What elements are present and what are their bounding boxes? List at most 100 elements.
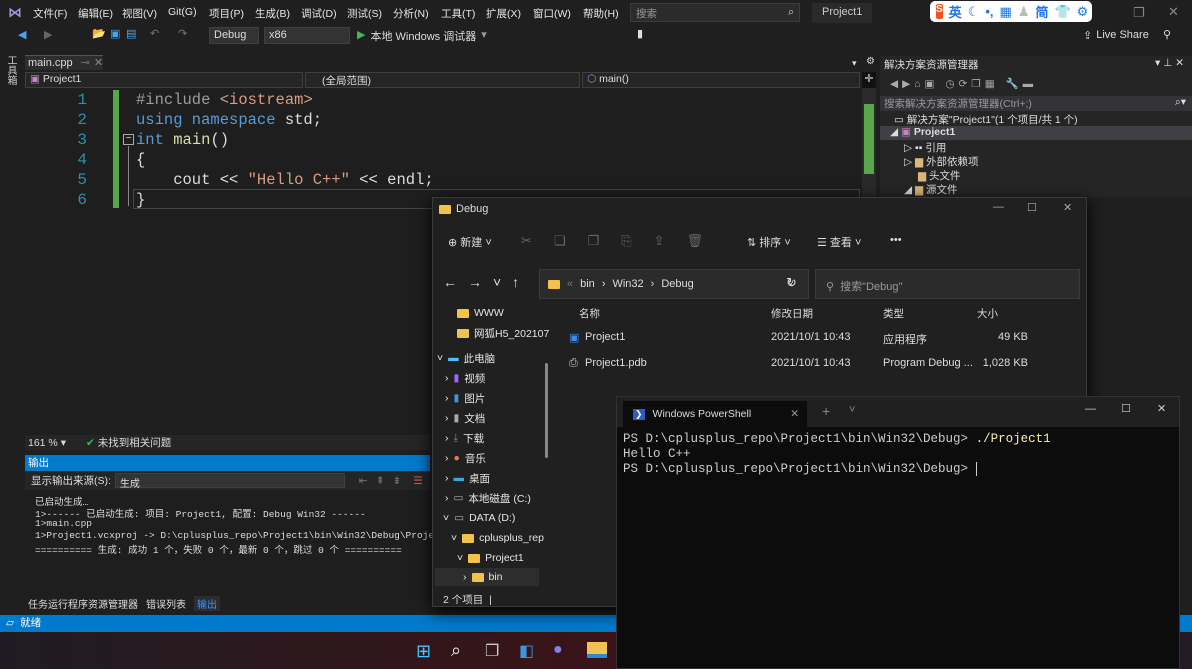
- menu-edit[interactable]: 编辑(E): [78, 6, 113, 21]
- tab-main-cpp[interactable]: main.cpp ⊸ ✕: [25, 55, 103, 70]
- breadcrumb-debug[interactable]: Debug: [661, 278, 693, 290]
- bookmark-icon[interactable]: ▮: [637, 27, 643, 40]
- close-icon[interactable]: ✕: [1157, 402, 1166, 415]
- menu-file[interactable]: 文件(F): [33, 6, 67, 21]
- maximize-icon[interactable]: ☐: [1121, 402, 1131, 415]
- start-icon[interactable]: ⊞: [416, 641, 431, 662]
- tree-item[interactable]: ▷ ▪▪ 引用: [880, 140, 1192, 154]
- ime-toolbar[interactable]: S 英 ☾ •, ▦ ♟ 简 👕 ⚙: [930, 1, 1092, 22]
- tree-item[interactable]: ◢ ▆ 源文件: [880, 182, 1192, 196]
- chevron-down-icon[interactable]: ˅: [849, 404, 855, 416]
- nav-item[interactable]: › ▮ 图片: [445, 389, 485, 407]
- menu-build[interactable]: 生成(B): [255, 6, 290, 21]
- skin-icon[interactable]: 👕: [1054, 4, 1070, 20]
- se-close-icon[interactable]: ▾ ⊥ ✕: [1155, 57, 1184, 69]
- menu-test[interactable]: 测试(S): [347, 6, 382, 21]
- se-toolbar[interactable]: ◀▶⌂▣ ◷⟳❐▦ 🔧▬: [880, 77, 1192, 95]
- col-type[interactable]: 类型: [883, 306, 904, 321]
- address-bar[interactable]: « bin › Win32 › Debug ˅: [539, 269, 809, 299]
- terminal-tab[interactable]: ❯ Windows PowerShell ✕: [623, 401, 807, 427]
- se-search-input[interactable]: 搜索解决方案资源管理器(Ctrl+;) ⌕▾: [880, 96, 1192, 111]
- vs-search-input[interactable]: 搜索 ⌕: [630, 3, 800, 22]
- redo-icon[interactable]: ↷: [178, 27, 187, 40]
- tab-close-icon[interactable]: ✕: [94, 57, 103, 69]
- nav-item-selected[interactable]: › bin: [435, 568, 539, 586]
- feedback-icon[interactable]: ⚲: [1163, 28, 1171, 41]
- maximize-icon[interactable]: ☐: [1027, 201, 1037, 214]
- explorer-search-input[interactable]: ⚲ 搜索"Debug": [815, 269, 1080, 299]
- nav-item[interactable]: 网狐H5_202107: [457, 324, 549, 342]
- output-source-select[interactable]: 生成: [114, 473, 345, 490]
- nav-buttons[interactable]: ←→˅↑: [443, 274, 530, 290]
- close-icon[interactable]: ✕: [1168, 4, 1179, 20]
- nav-item[interactable]: WWW: [457, 304, 504, 322]
- menu-view[interactable]: 视图(V): [122, 6, 157, 21]
- solution-node[interactable]: ▭ 解决方案"Project1"(1 个项目/共 1 个): [880, 112, 1192, 126]
- menu-project[interactable]: 项目(P): [209, 6, 244, 21]
- save-all-icon[interactable]: ▤: [126, 27, 136, 40]
- nav-scope-select[interactable]: (全局范围): [305, 72, 580, 88]
- restore-icon[interactable]: ❐: [1133, 5, 1145, 21]
- view-button[interactable]: ☰ 查看 ˅: [817, 234, 861, 250]
- menu-extensions[interactable]: 扩展(X): [486, 6, 521, 21]
- live-share-button[interactable]: ⇪ Live Share: [1083, 29, 1149, 42]
- terminal-output[interactable]: PS D:\cplusplus_repo\Project1\bin\Win32\…: [623, 432, 1051, 477]
- tree-item[interactable]: ▷ ▆ 外部依赖项: [880, 154, 1192, 168]
- chat-icon[interactable]: ●: [553, 641, 563, 659]
- menu-tools[interactable]: 工具(T): [441, 6, 475, 21]
- minimize-icon[interactable]: —: [993, 201, 1004, 213]
- forward-icon[interactable]: ▶: [44, 28, 52, 41]
- file-row[interactable]: ⎙ Project1.pdb 2021/10/1 10:43 Program Deb…: [569, 357, 1029, 375]
- platform-select[interactable]: x86: [264, 27, 350, 44]
- ime-mode[interactable]: 简: [1035, 2, 1048, 21]
- tab-task-runner[interactable]: 任务运行程序资源管理器: [28, 596, 138, 611]
- output-toolbar-icons[interactable]: ⇤⇞⇟: [359, 475, 409, 487]
- nav-scrollbar[interactable]: [545, 363, 548, 458]
- pin-icon[interactable]: ⊸: [81, 57, 90, 69]
- nav-project-select[interactable]: ▣ Project1: [25, 72, 303, 88]
- clear-all-icon[interactable]: ☰: [413, 475, 422, 487]
- file-explorer-icon[interactable]: [587, 642, 607, 658]
- config-select[interactable]: Debug: [209, 27, 259, 44]
- more-button[interactable]: •••: [890, 234, 902, 246]
- nav-item[interactable]: ˅ cplusplus_rep: [451, 529, 544, 547]
- menu-analyze[interactable]: 分析(N): [393, 6, 429, 21]
- tab-close-icon[interactable]: ✕: [790, 408, 799, 420]
- col-date[interactable]: 修改日期: [771, 306, 813, 321]
- keyboard-icon[interactable]: ▦: [1000, 4, 1012, 20]
- save-icon[interactable]: ▣: [110, 27, 120, 40]
- nav-item[interactable]: ˅ ▬ 此电脑: [437, 349, 495, 367]
- clipboard-icons[interactable]: ✂❏❐⎘⇪🗑: [521, 233, 725, 249]
- new-tab-icon[interactable]: +: [822, 403, 830, 419]
- run-button[interactable]: ▶ 本地 Windows 调试器 ▾: [357, 28, 487, 44]
- tab-output[interactable]: 输出: [194, 596, 220, 611]
- nav-item[interactable]: › ▮ 视频: [445, 369, 485, 387]
- nav-item[interactable]: › ▭ 本地磁盘 (C:): [445, 489, 531, 507]
- nav-item[interactable]: › ⤓ 下载: [445, 429, 484, 447]
- tab-error-list[interactable]: 错误列表: [146, 596, 186, 611]
- minimize-icon[interactable]: —: [1085, 403, 1096, 415]
- refresh-icon[interactable]: ↻: [786, 275, 797, 291]
- nav-item[interactable]: › ▬ 桌面: [445, 469, 490, 487]
- tab-dropdown-icon[interactable]: ▾: [852, 58, 857, 69]
- nav-item[interactable]: › ● 音乐: [445, 449, 486, 467]
- zoom-select[interactable]: 161 % ▾: [28, 437, 66, 449]
- collapse-icon[interactable]: −: [123, 134, 134, 145]
- menu-git[interactable]: Git(G): [168, 6, 197, 18]
- punct-icon[interactable]: •,: [985, 4, 993, 19]
- menu-window[interactable]: 窗口(W): [533, 6, 571, 21]
- sort-button[interactable]: ⇅ 排序 ˅: [747, 234, 791, 250]
- settings-icon[interactable]: ⚙: [1077, 4, 1089, 20]
- open-icon[interactable]: 📂: [92, 27, 106, 40]
- search-icon[interactable]: ⌕: [451, 640, 461, 661]
- new-button[interactable]: ⊕ 新建 ˅: [448, 234, 492, 250]
- col-name[interactable]: 名称: [579, 306, 600, 321]
- widgets-icon[interactable]: ◧: [519, 641, 534, 661]
- gear-icon[interactable]: ⚙: [866, 56, 875, 67]
- undo-icon[interactable]: ↶: [150, 27, 159, 40]
- nav-item[interactable]: ˅ Project1: [457, 549, 524, 567]
- split-icon[interactable]: ✛: [862, 72, 876, 88]
- project-node[interactable]: ◢ ▣ Project1: [880, 126, 1192, 140]
- breadcrumb-win32[interactable]: Win32: [612, 278, 643, 290]
- issues-indicator[interactable]: ✔ 未找到相关问题: [86, 435, 171, 450]
